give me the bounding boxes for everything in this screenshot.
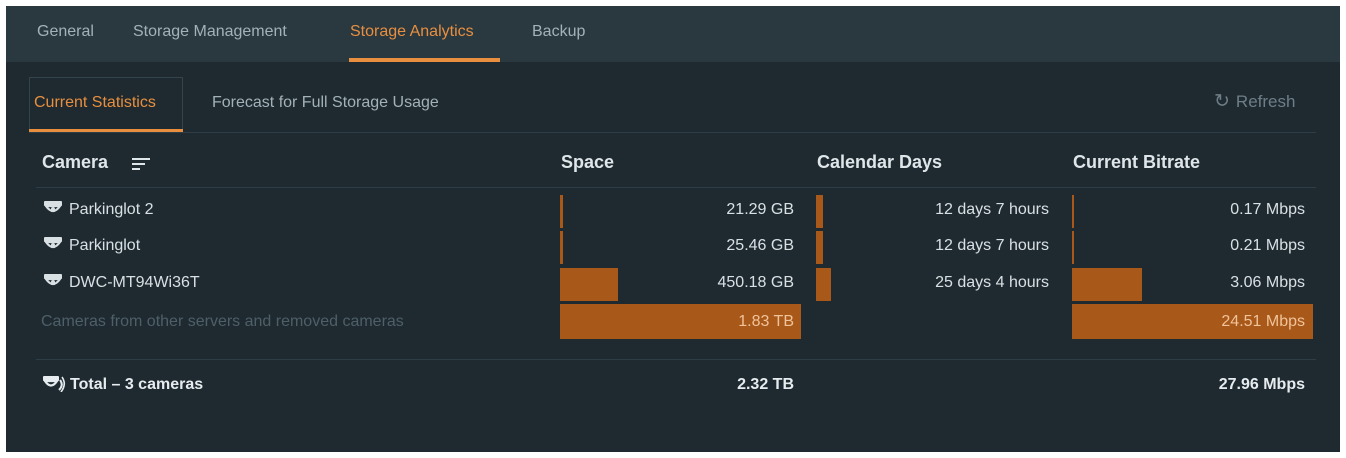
- space-value: 1.83 TB: [738, 313, 794, 330]
- days-value: 12 days 7 hours: [935, 237, 1049, 254]
- column-header-space[interactable]: Space: [561, 152, 614, 173]
- bitrate-value: 3.06 Mbps: [1230, 274, 1305, 291]
- active-tab-underline: [349, 58, 500, 62]
- total-label: Total – 3 cameras: [70, 376, 204, 393]
- bitrate-value: 0.21 Mbps: [1230, 237, 1305, 254]
- sort-icon[interactable]: [132, 158, 150, 172]
- camera-icon: [43, 237, 63, 249]
- column-header-camera[interactable]: Camera: [42, 152, 108, 173]
- tab-storage-analytics[interactable]: Storage Analytics: [350, 23, 474, 41]
- storage-analytics-panel: General Storage Management Storage Analy…: [6, 6, 1340, 452]
- refresh-icon: ↻: [1214, 91, 1230, 112]
- column-header-calendar-days[interactable]: Calendar Days: [817, 152, 942, 173]
- space-value: 25.46 GB: [726, 237, 794, 254]
- tab-storage-management[interactable]: Storage Management: [133, 23, 287, 41]
- divider: [29, 132, 1316, 133]
- camera-icon: [43, 201, 63, 213]
- column-header-current-bitrate[interactable]: Current Bitrate: [1073, 152, 1200, 173]
- subtab-current-statistics[interactable]: Current Statistics: [34, 94, 156, 112]
- space-value: 21.29 GB: [726, 201, 794, 218]
- other-cameras-label: Cameras from other servers and removed c…: [41, 313, 404, 330]
- header-divider: [36, 187, 1316, 188]
- top-tab-bar: General Storage Management Storage Analy…: [6, 6, 1340, 62]
- camera-name: DWC-MT94Wi36T: [69, 274, 200, 291]
- total-space: 2.32 TB: [737, 376, 794, 393]
- days-value: 25 days 4 hours: [935, 274, 1049, 291]
- subtab-forecast[interactable]: Forecast for Full Storage Usage: [212, 94, 439, 112]
- total-bitrate: 27.96 Mbps: [1218, 376, 1305, 393]
- bitrate-value: 0.17 Mbps: [1230, 201, 1305, 218]
- space-value: 450.18 GB: [717, 274, 795, 291]
- camera-name: Parkinglot: [69, 237, 141, 254]
- refresh-label: Refresh: [1235, 92, 1296, 111]
- camera-icon: [43, 274, 63, 286]
- tab-backup[interactable]: Backup: [532, 23, 585, 41]
- days-value: 12 days 7 hours: [935, 201, 1049, 218]
- camera-name: Parkinglot 2: [69, 201, 154, 218]
- total-divider: [36, 359, 1316, 360]
- cameras-icon: [42, 376, 66, 392]
- tab-general[interactable]: General: [37, 23, 94, 41]
- refresh-button[interactable]: ↻ Refresh: [1214, 90, 1295, 113]
- bitrate-value: 24.51 Mbps: [1221, 313, 1305, 330]
